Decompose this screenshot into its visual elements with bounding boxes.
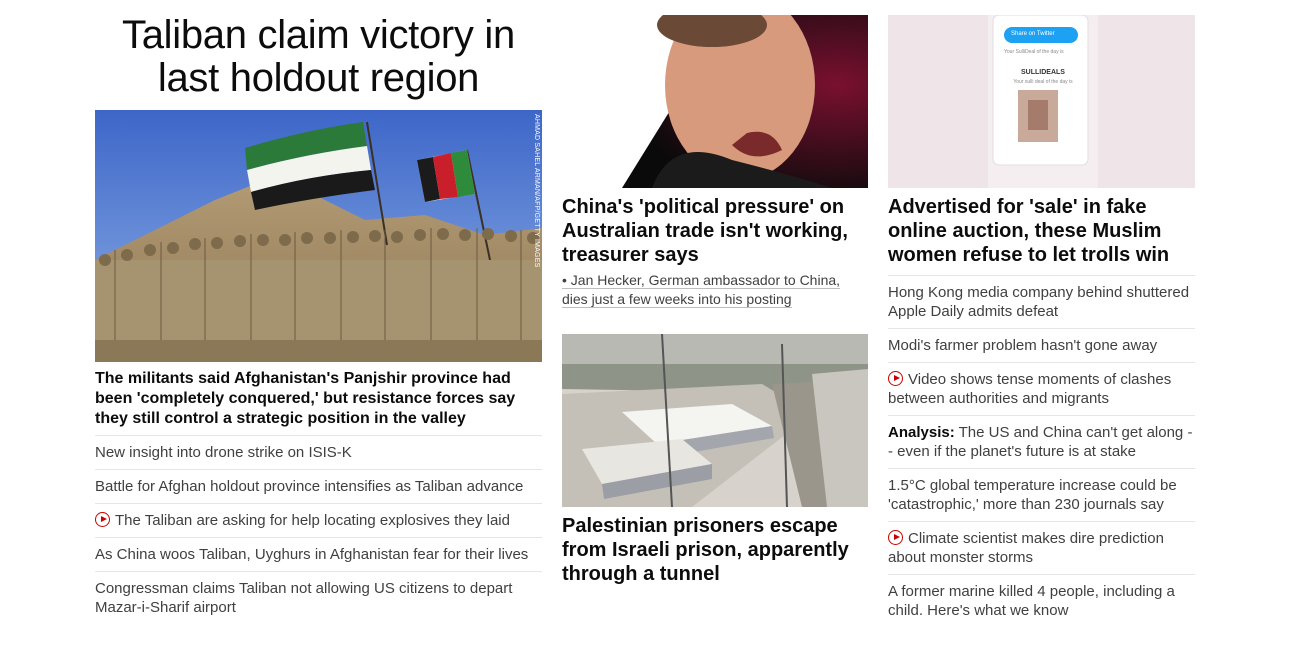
phone-text-line: Your sulli deal of the day is [1013, 79, 1073, 85]
list-item[interactable]: Congressman claims Taliban not allowing … [95, 572, 542, 624]
phone-screen-photo [888, 15, 1195, 188]
list-item[interactable]: A former marine killed 4 people, includi… [888, 575, 1195, 627]
lead-summary[interactable]: The militants said Afghanistan's Panjshi… [95, 369, 542, 436]
list-item[interactable]: As China woos Taliban, Uyghurs in Afghan… [95, 538, 542, 572]
play-video-icon [888, 371, 903, 386]
right-column: Share on Twitter Your SulliDeal of the d… [888, 0, 1195, 627]
lead-column: Taliban claim victory in last holdout re… [95, 0, 542, 624]
lead-related-links: New insight into drone strike on ISIS-K … [95, 436, 542, 624]
sullideals-brand: SULLIDEALS [1021, 69, 1065, 76]
analysis-label: Analysis: [888, 424, 955, 441]
list-item[interactable]: 1.5°C global temperature increase could … [888, 469, 1195, 522]
list-item[interactable]: New insight into drone strike on ISIS-K [95, 436, 542, 470]
list-item[interactable]: Hong Kong media company behind shuttered… [888, 276, 1195, 329]
list-item[interactable]: Analysis: The US and China can't get alo… [888, 416, 1195, 469]
prison-aerial-photo [562, 334, 868, 507]
related-bullet[interactable]: • Jan Hecker, German ambassador to China… [562, 271, 868, 309]
story-title[interactable]: Advertised for 'sale' in fake online auc… [888, 195, 1195, 276]
soldiers-flags-photo [95, 110, 542, 362]
list-item[interactable]: Climate scientist makes dire prediction … [888, 522, 1195, 575]
play-video-icon [888, 530, 903, 545]
story-title[interactable]: China's 'political pressure' on Australi… [562, 195, 868, 267]
twitter-share-label: Share on Twitter [1011, 31, 1055, 37]
lead-headline[interactable]: Taliban claim victory in last holdout re… [95, 14, 542, 100]
middle-column: China's 'political pressure' on Australi… [562, 0, 868, 586]
phone-text-line: Your SulliDeal of the day is [1004, 49, 1064, 55]
treasurer-image[interactable] [562, 15, 868, 188]
list-item[interactable]: Modi's farmer problem hasn't gone away [888, 329, 1195, 363]
prison-image[interactable] [562, 334, 868, 507]
right-related-links: Hong Kong media company behind shuttered… [888, 276, 1195, 627]
lead-headline-link[interactable]: Taliban claim victory in last holdout re… [122, 13, 515, 100]
play-video-icon [95, 512, 110, 527]
man-speaking-photo [562, 15, 868, 188]
lead-image[interactable]: AHMAD SAHEL ARMAN/AFP/GETTY IMAGES [95, 110, 542, 362]
list-item[interactable]: Video shows tense moments of clashes bet… [888, 363, 1195, 416]
list-item[interactable]: The Taliban are asking for help locating… [95, 504, 542, 538]
image-credit: AHMAD SAHEL ARMAN/AFP/GETTY IMAGES [533, 114, 540, 268]
phone-screenshot-image[interactable]: Share on Twitter Your SulliDeal of the d… [888, 15, 1195, 188]
list-item[interactable]: Battle for Afghan holdout province inten… [95, 470, 542, 504]
story-title[interactable]: Palestinian prisoners escape from Israel… [562, 514, 868, 586]
